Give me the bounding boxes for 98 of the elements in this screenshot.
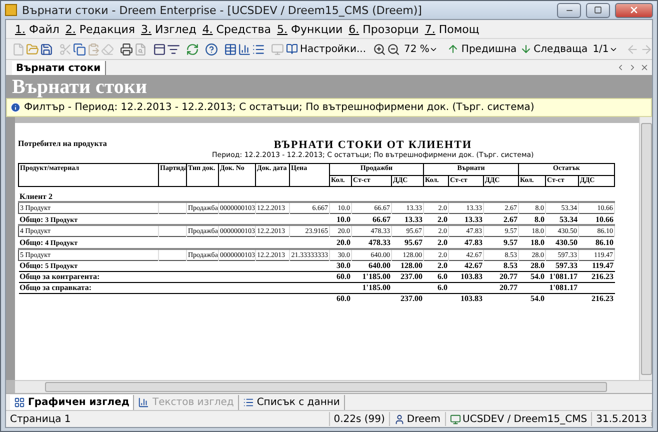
table-cell: 6.0 (424, 282, 448, 294)
window-title: Върнати стоки - Dreem Enterprise - [UCSDEV / Dreem15_CMS (Dreem)] (22, 4, 423, 16)
table-cell: 597.33 (546, 260, 578, 272)
table-cell: 103.83 (448, 271, 484, 282)
help-icon[interactable] (205, 40, 218, 58)
total-label: Общо за справката: (18, 282, 330, 294)
maximize-button[interactable] (586, 2, 610, 18)
table-cell: 237.00 (392, 293, 424, 304)
menu-item[interactable]: 5. Функции (274, 22, 346, 36)
table-cell: 47.83 (448, 236, 484, 248)
group-label: Клиент 2 (18, 186, 614, 202)
info-icon (10, 102, 21, 113)
total-label: Общо: (20, 261, 44, 270)
table-cell: 53.34 (546, 214, 578, 226)
filter-text: Филтър - Период: 12.2.2013 - 12.2.2013; С остатъци; По вътрешнофирмени док. (Търг. система) (24, 102, 534, 113)
table-cell: 30.0 (330, 260, 352, 272)
table-cell: 119.47 (578, 260, 614, 272)
horizontal-scrollbar[interactable] (15, 380, 652, 393)
table-cell: 430.50 (546, 236, 578, 248)
table-cell: 8.53 (484, 260, 518, 272)
table-cell: 10.66 (578, 214, 614, 226)
table-cell: 128.00 (392, 260, 424, 272)
table-cell: 54.0 (518, 271, 546, 282)
table-cell: 103.83 (448, 293, 484, 304)
table-cell: 60.0 (330, 293, 352, 304)
owner-label: Потребител на продукта (18, 139, 107, 148)
app-icon (5, 4, 17, 16)
table-cell: 1'081.17 (546, 282, 578, 294)
table-cell: 20.77 (484, 282, 518, 294)
table-cell: 9.57 (484, 236, 518, 248)
table-cell: 216.23 (578, 271, 614, 282)
timing-status: 0.22s (99) (330, 412, 390, 426)
close-icon (629, 5, 639, 15)
minimize-button[interactable] (557, 2, 581, 18)
document-tab[interactable]: Върнати стоки (12, 61, 106, 75)
chart-icon (138, 396, 150, 408)
table-cell: 95.67 (392, 236, 424, 248)
page-status: Страница 1 (6, 412, 330, 426)
table-cell: 1'185.00 (352, 271, 392, 282)
table-cell: 8.0 (518, 214, 546, 226)
connection-status: UCSDEV / Dreem15_CMS (446, 412, 592, 426)
report-title: ВЪРНАТИ СТОКИ ОТ КЛИЕНТИ (274, 139, 472, 151)
table-cell: 2.0 (424, 236, 448, 248)
table-cell: 13.33 (448, 214, 484, 226)
table-cell: 216.23 (578, 293, 614, 304)
table-cell: 478.33 (352, 236, 392, 248)
down-arrow-icon (520, 43, 532, 55)
toolbar-button[interactable]: Предишна (446, 40, 518, 58)
table-cell: 60.0 (330, 271, 352, 282)
maximize-icon (594, 6, 602, 14)
table-cell: 66.67 (352, 214, 392, 226)
table-cell: 20.77 (484, 271, 518, 282)
toolbar-combo[interactable]: 1/1 (590, 42, 620, 56)
menu-item[interactable]: 6. Прозорци (346, 22, 422, 36)
print-icon[interactable] (120, 40, 133, 58)
table-cell: 18.0 (518, 236, 546, 248)
table-cell: 28.0 (518, 260, 546, 272)
table-cell: 6.0 (424, 271, 448, 282)
close-button[interactable] (615, 2, 653, 18)
table-cell: 1'185.00 (352, 282, 392, 294)
total-label: Общо: (20, 238, 44, 247)
total-label: Общо: (20, 214, 44, 224)
menu-item[interactable]: 3. Изглед (138, 22, 200, 36)
table-cell: 2.0 (424, 260, 448, 272)
table-cell: 54.0 (518, 293, 546, 304)
table-cell: 13.33 (392, 214, 424, 226)
table-cell: 20.0 (330, 236, 352, 248)
table-cell: 10.0 (330, 214, 352, 226)
monitor-icon (450, 414, 461, 424)
table-cell: 237.00 (392, 271, 424, 282)
total-label: Общо за контрагента: (18, 271, 330, 282)
book-icon (286, 43, 298, 55)
grid-icon (14, 396, 25, 408)
table-cell: 86.10 (578, 236, 614, 248)
table-cell: 2.67 (484, 214, 518, 226)
menu-item[interactable]: 1. Файл (12, 22, 62, 36)
date-status: 31.5.2013 (592, 412, 652, 426)
user-icon (394, 414, 405, 424)
table-cell: 640.00 (352, 260, 392, 272)
scroll-right-icon[interactable] (628, 63, 637, 72)
menu-item[interactable]: 2. Редакция (62, 22, 138, 36)
table-cell: 2.0 (424, 214, 448, 226)
scroll-left-icon[interactable] (616, 63, 625, 72)
close-icon[interactable] (640, 63, 649, 72)
user-status: Dreem (390, 412, 446, 426)
view-tab[interactable]: Графичен изглед (10, 394, 134, 410)
report-heading: Върнати стоки (12, 76, 147, 98)
copy-icon[interactable] (73, 40, 86, 58)
toolbar-button[interactable]: Настройки... (285, 40, 368, 58)
table-cell: 42.67 (448, 260, 484, 272)
toolbar-combo[interactable]: 72 % (401, 42, 440, 56)
vertical-scrollbar[interactable] (639, 117, 652, 380)
menu-item[interactable]: 7. Помощ (422, 22, 482, 36)
view-tab[interactable]: Списък с данни (238, 394, 345, 410)
toolbar-button[interactable]: Следваща (518, 40, 589, 58)
table-cell: 1'081.17 (546, 271, 578, 282)
up-arrow-icon (447, 43, 460, 55)
menu-item[interactable]: 4. Средства (199, 22, 274, 36)
